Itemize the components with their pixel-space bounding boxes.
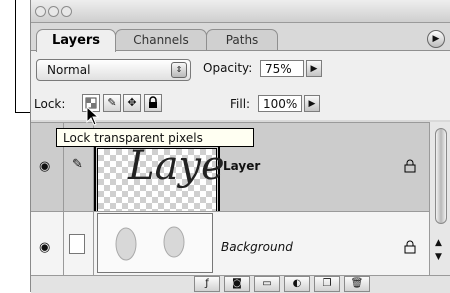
tab-paths[interactable]: Paths xyxy=(206,29,278,51)
zoom-window-button[interactable] xyxy=(61,6,72,17)
background-thumbnail xyxy=(97,213,213,273)
add-mask-button[interactable]: ◙ xyxy=(224,276,250,292)
link-checkbox xyxy=(69,234,85,254)
lock-label: Lock: xyxy=(34,97,66,111)
scrollbar-thumb[interactable] xyxy=(435,128,447,224)
layers-palette: Layers Channels Paths ▶ Normal ⇕ Opacity… xyxy=(30,0,450,293)
triangle-right-icon[interactable]: ▶ xyxy=(427,30,445,48)
fill-slider-button[interactable]: ▶ xyxy=(304,95,320,112)
background-layer-name[interactable]: Background xyxy=(221,240,293,254)
fill-label: Fill: xyxy=(230,97,251,111)
scroll-up-arrow-icon[interactable]: ▲ xyxy=(435,238,442,248)
trash-icon[interactable]: 🗑 xyxy=(344,276,370,292)
layer-row-background[interactable]: ◉ Background xyxy=(31,211,429,276)
callout-line xyxy=(15,0,16,113)
blend-mode-select[interactable]: Normal ⇕ xyxy=(36,59,191,81)
move-icon: ✥ xyxy=(127,96,137,109)
close-window-button[interactable] xyxy=(35,6,46,17)
blend-mode-value: Normal xyxy=(47,63,91,77)
brush-icon: ✎ xyxy=(107,96,117,109)
eye-icon: ◉ xyxy=(39,159,51,174)
layer-name[interactable]: Layer xyxy=(223,159,260,173)
layer-thumbnail-text: Laye xyxy=(128,143,225,189)
opacity-slider-button[interactable]: ▶ xyxy=(306,60,322,77)
lock-icon xyxy=(404,240,416,254)
brush-icon: ✎ xyxy=(72,157,83,172)
fill-field[interactable]: 100% xyxy=(258,95,302,112)
tab-channels[interactable]: Channels xyxy=(115,29,207,51)
lock-position-button[interactable]: ✥ xyxy=(123,94,141,112)
minimize-window-button[interactable] xyxy=(48,6,59,17)
lock-icon xyxy=(404,159,416,173)
opacity-field[interactable]: 75% xyxy=(260,60,304,77)
lock-image-pixels-button[interactable]: ✎ xyxy=(103,94,121,112)
eye-icon: ◉ xyxy=(39,240,51,255)
layer-style-button[interactable]: ƒ xyxy=(194,276,220,292)
updown-arrows-icon: ⇕ xyxy=(171,62,187,78)
background-link-toggle[interactable] xyxy=(63,212,94,276)
mouse-pointer-icon xyxy=(86,106,100,126)
palette-titlebar xyxy=(31,0,450,23)
adjustment-layer-button[interactable]: ◐ xyxy=(284,276,310,292)
lock-tooltip: Lock transparent pixels xyxy=(56,128,254,147)
scroll-down-arrow-icon[interactable]: ▼ xyxy=(435,252,442,262)
lock-all-button[interactable] xyxy=(144,94,162,112)
tab-layers[interactable]: Layers xyxy=(36,29,116,52)
opacity-label: Opacity: xyxy=(203,61,253,75)
new-group-button[interactable]: ▭ xyxy=(254,276,280,292)
lock-icon xyxy=(149,96,157,108)
background-visibility-toggle[interactable]: ◉ xyxy=(31,212,64,276)
callout-line-horizontal xyxy=(15,112,31,113)
new-layer-button[interactable]: ❐ xyxy=(314,276,340,292)
